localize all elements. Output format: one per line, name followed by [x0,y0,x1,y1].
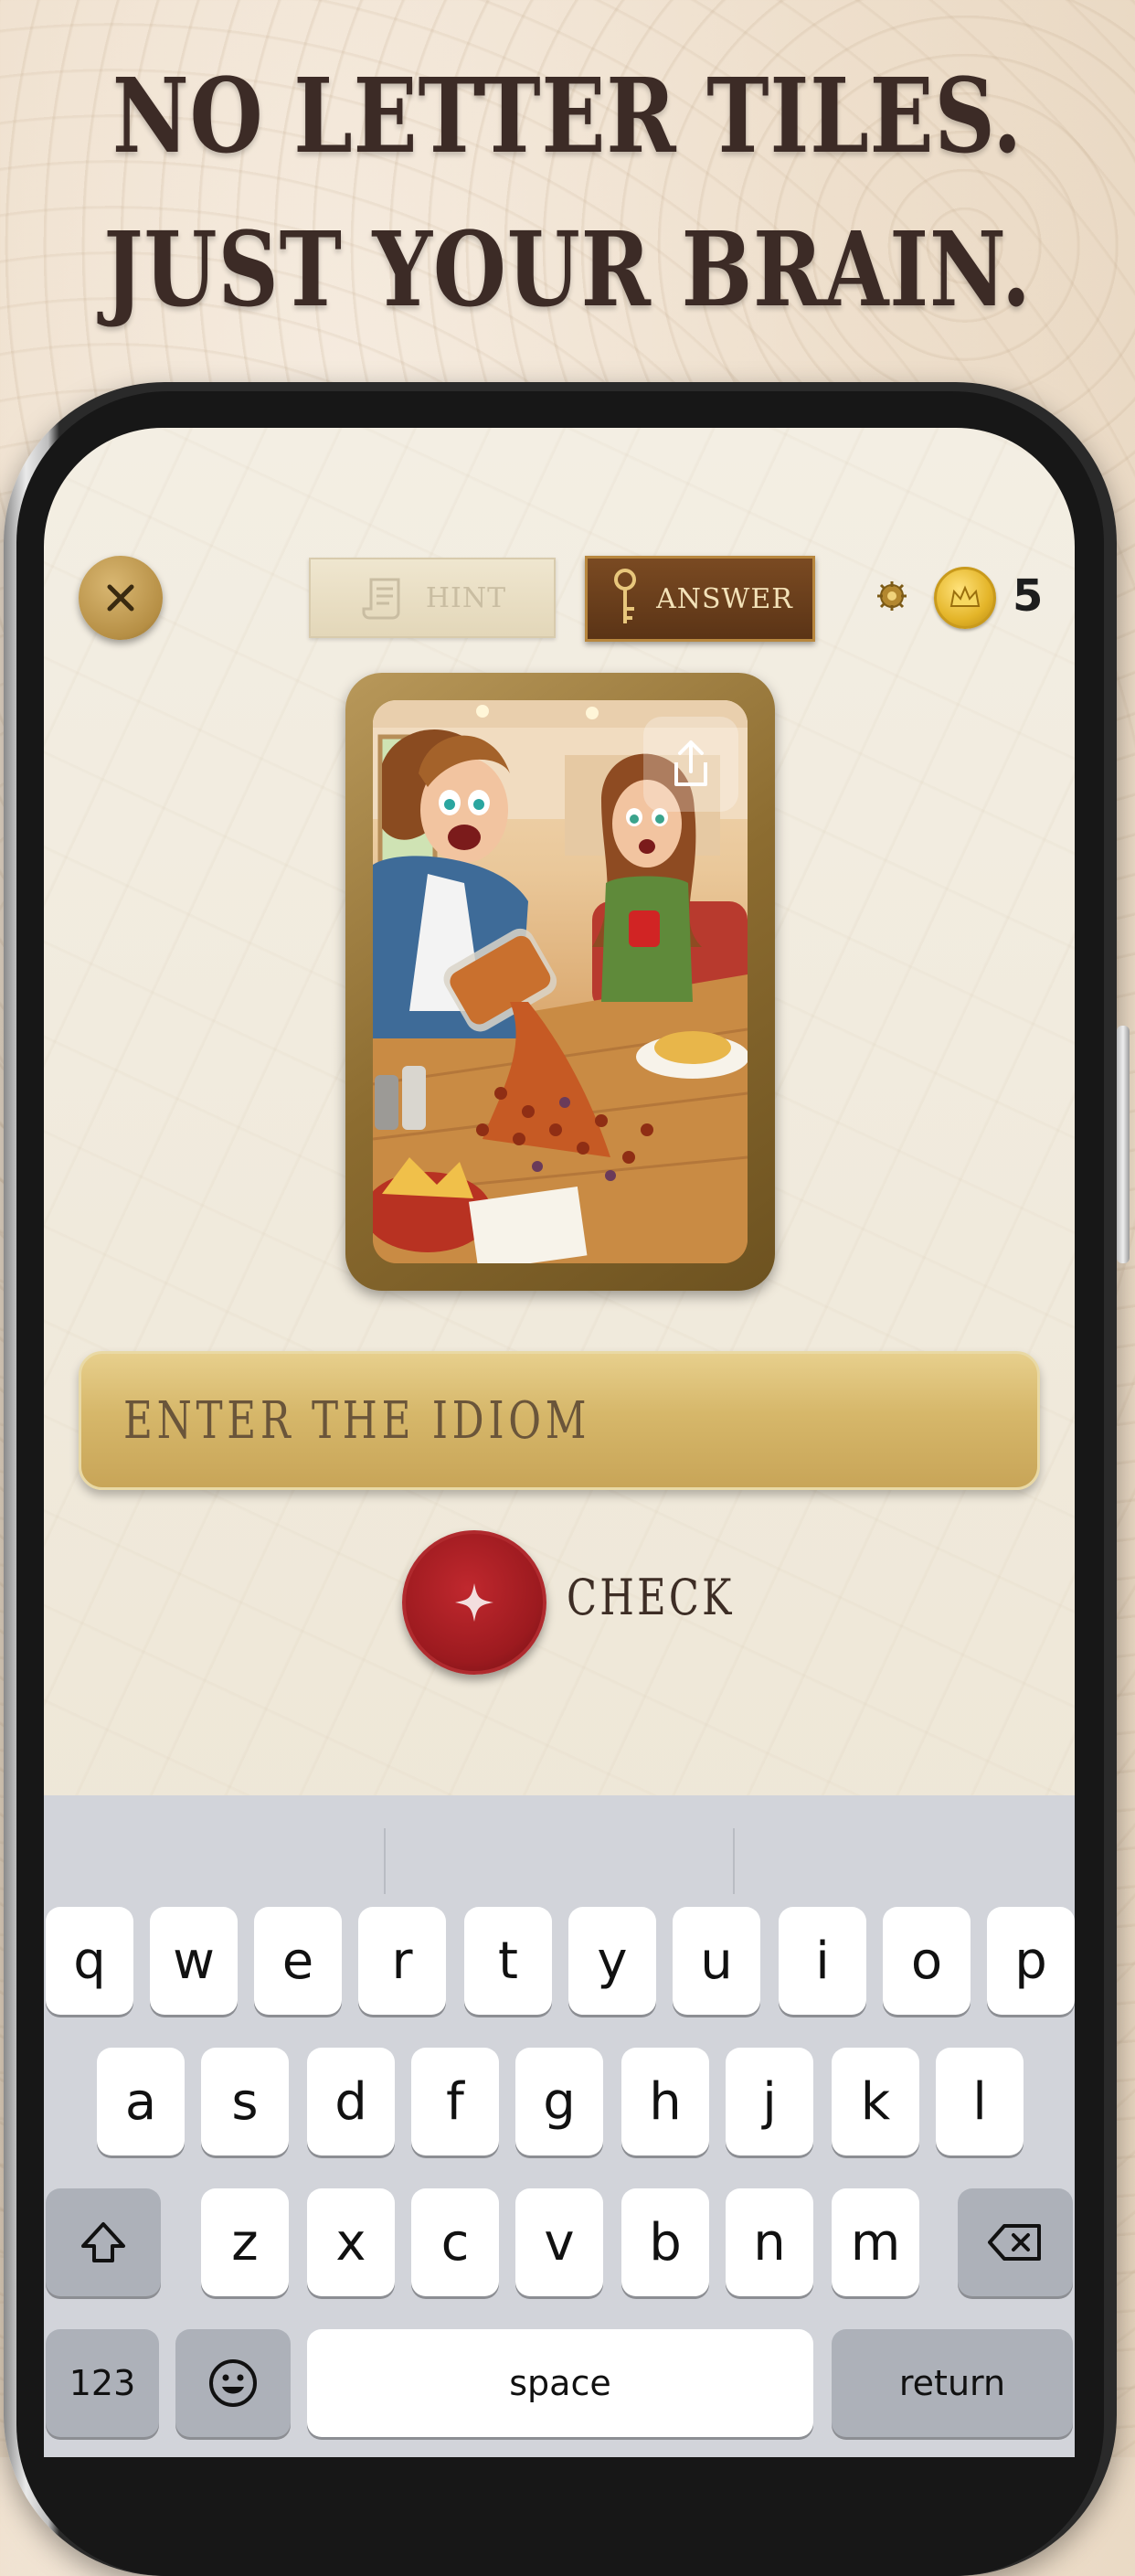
answer-label: ANSWER [656,582,793,615]
key-u[interactable]: u [673,1907,760,2015]
settings-button[interactable] [875,580,908,617]
key-j[interactable]: j [726,2048,813,2156]
key-q[interactable]: q [46,1907,133,2015]
key-i[interactable]: i [779,1907,866,2015]
key-x[interactable]: x [307,2188,395,2296]
keyboard: q w e r t y u i o p a s d f g h j k l z … [44,1795,1075,2457]
phone-screen: HINT ANSWER 5 ENTER THE IDIOM CHECK q w … [44,428,1075,2457]
check-label[interactable]: CHECK [567,1569,735,1626]
close-icon [107,584,134,612]
key-b[interactable]: b [621,2188,709,2296]
suggestion-divider [733,1828,735,1894]
headline-line-1: NO LETTER TILES. [111,57,1024,176]
key-k[interactable]: k [832,2048,919,2156]
crown-coin-icon [949,585,981,607]
key-s[interactable]: s [201,2048,289,2156]
key-l[interactable]: l [936,2048,1024,2156]
sparkle-icon [455,1583,493,1622]
key-y[interactable]: y [568,1907,656,2015]
phone-side-button [1117,1026,1130,1263]
check-button[interactable] [402,1530,546,1675]
share-button[interactable] [643,717,738,812]
key-f[interactable]: f [411,2048,499,2156]
key-g[interactable]: g [515,2048,603,2156]
key-o[interactable]: o [883,1907,971,2015]
key-m[interactable]: m [832,2188,919,2296]
puzzle-image-frame [345,673,775,1291]
idiom-input-placeholder: ENTER THE IDIOM [123,1390,591,1451]
key-t[interactable]: t [464,1907,552,2015]
shift-key[interactable] [46,2188,161,2296]
hint-label: HINT [425,581,507,614]
share-icon [674,740,707,786]
shift-icon [81,2222,125,2262]
key-v[interactable]: v [515,2188,603,2296]
answer-button[interactable]: ANSWER [585,556,815,642]
numbers-key[interactable]: 123 [46,2329,159,2437]
key-h[interactable]: h [621,2048,709,2156]
emoji-icon [209,2359,257,2407]
suggestion-divider [384,1828,386,1894]
coin [934,567,996,629]
key-z[interactable]: z [201,2188,289,2296]
key-w[interactable]: w [150,1907,238,2015]
idiom-input[interactable]: ENTER THE IDIOM [79,1351,1040,1490]
emoji-key[interactable] [175,2329,291,2437]
key-c[interactable]: c [411,2188,499,2296]
key-p[interactable]: p [987,1907,1075,2015]
space-key[interactable]: space [307,2329,813,2437]
backspace-icon [988,2224,1041,2261]
puzzle-image [373,700,748,1263]
key-r[interactable]: r [358,1907,446,2015]
key-d[interactable]: d [307,2048,395,2156]
headline-line-2: JUST YOUR BRAIN. [103,210,1032,330]
gear-icon [877,581,907,611]
coin-count: 5 [1013,570,1044,622]
key-n[interactable]: n [726,2188,813,2296]
close-button[interactable] [79,556,163,640]
scroll-icon [362,578,400,620]
key-a[interactable]: a [97,2048,185,2156]
return-key[interactable]: return [832,2329,1073,2437]
key-icon [614,569,637,623]
key-e[interactable]: e [254,1907,342,2015]
backspace-key[interactable] [958,2188,1073,2296]
hint-button[interactable]: HINT [309,558,556,638]
